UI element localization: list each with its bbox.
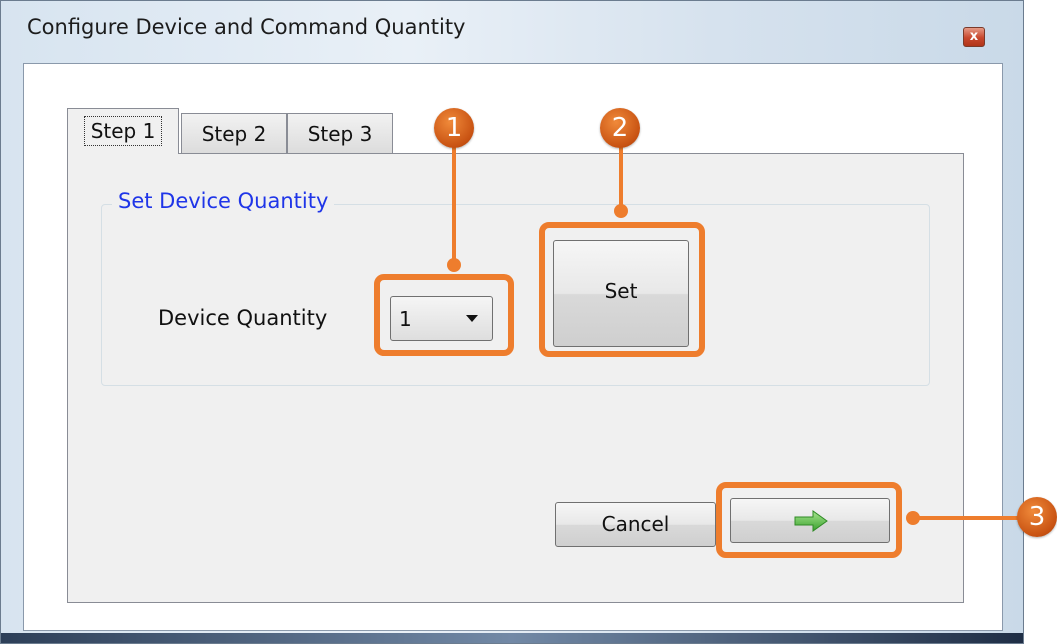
tab-step-1-label: Step 1 xyxy=(83,116,163,146)
close-icon: x xyxy=(969,29,979,44)
callout-3-line xyxy=(915,516,1025,520)
device-quantity-label: Device Quantity xyxy=(158,306,328,330)
callout-1-dot xyxy=(447,258,461,272)
tab-step-1[interactable]: Step 1 xyxy=(67,108,179,154)
callout-2-highlight xyxy=(539,222,705,357)
tab-step-3[interactable]: Step 3 xyxy=(287,113,393,153)
callout-2-badge: 2 xyxy=(600,108,640,148)
title-bar[interactable]: Configure Device and Command Quantity x xyxy=(1,1,1023,63)
close-button[interactable]: x xyxy=(963,27,985,47)
group-title: Set Device Quantity xyxy=(112,189,335,213)
callout-2-line xyxy=(619,145,623,210)
tab-step-3-label: Step 3 xyxy=(307,122,373,146)
tab-step-2[interactable]: Step 2 xyxy=(181,113,287,153)
callout-2-dot xyxy=(614,204,628,218)
callout-3-highlight xyxy=(716,482,902,558)
window-title: Configure Device and Command Quantity xyxy=(27,15,466,39)
callout-1-badge: 1 xyxy=(434,108,474,148)
callout-1-line xyxy=(452,145,456,263)
callout-3-dot xyxy=(906,511,920,525)
cancel-button[interactable]: Cancel xyxy=(555,502,716,547)
callout-3-badge: 3 xyxy=(1017,497,1057,537)
tab-step-2-label: Step 2 xyxy=(201,122,267,146)
set-device-quantity-group xyxy=(101,204,930,386)
callout-1-highlight xyxy=(374,274,514,356)
